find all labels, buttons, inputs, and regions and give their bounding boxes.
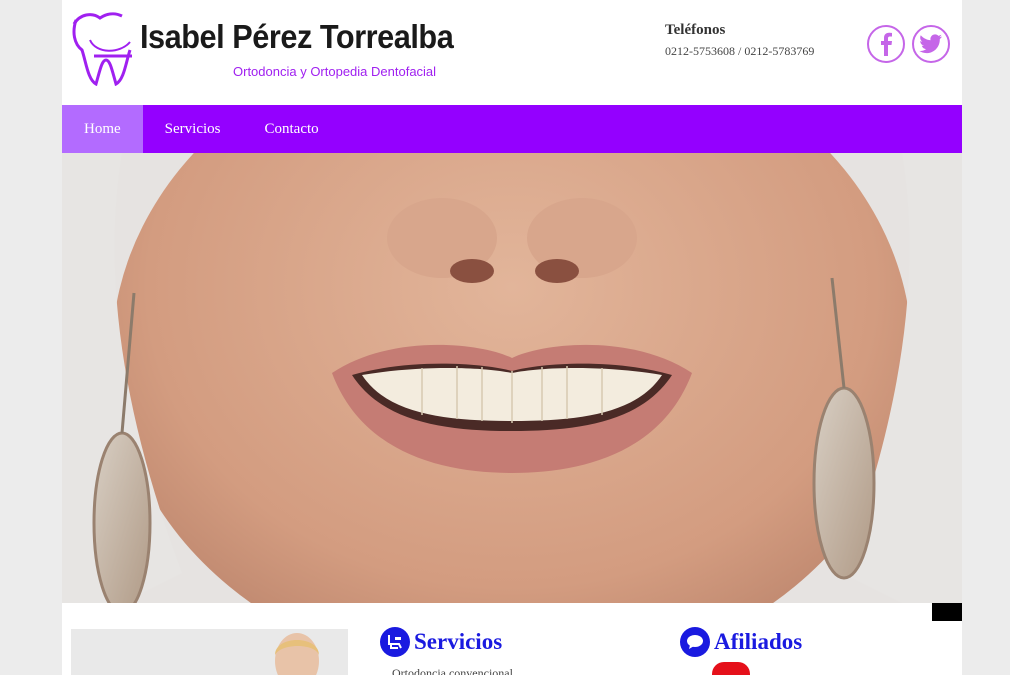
dental-chair-icon xyxy=(380,627,410,657)
logo-name: Isabel Pérez Torrealba xyxy=(140,18,454,55)
servicios-text: Ortodoncia convencional xyxy=(392,666,513,675)
nav-item-home[interactable]: Home xyxy=(62,105,143,153)
nav-item-contacto[interactable]: Contacto xyxy=(243,105,341,153)
social-links xyxy=(867,25,950,63)
phone-numbers: 0212-5753608 / 0212-5783769 xyxy=(665,44,815,58)
phones-title: Teléfonos xyxy=(665,22,726,38)
tooth-logo-icon xyxy=(72,12,132,86)
section-title-servicios[interactable]: Servicios xyxy=(414,629,502,655)
chat-bubble-icon xyxy=(680,627,710,657)
site-logo[interactable]: Isabel Pérez Torrealba Ortodoncia y Orto… xyxy=(70,8,454,88)
hero-slider-image xyxy=(62,153,962,603)
doctor-photo xyxy=(71,629,348,675)
nav-item-servicios[interactable]: Servicios xyxy=(143,105,243,153)
header: Isabel Pérez Torrealba Ortodoncia y Orto… xyxy=(62,0,962,105)
twitter-icon[interactable] xyxy=(912,25,950,63)
slider-control[interactable] xyxy=(932,603,962,621)
section-title-afiliados[interactable]: Afiliados xyxy=(714,629,802,655)
affiliate-logo[interactable] xyxy=(712,662,750,675)
servicios-section: Servicios xyxy=(380,627,502,657)
facebook-icon[interactable] xyxy=(867,25,905,63)
page: Isabel Pérez Torrealba Ortodoncia y Orto… xyxy=(62,0,962,675)
phones-block: Teléfonos 0212-5753608 / 0212-5783769 xyxy=(665,22,814,59)
afiliados-section: Afiliados xyxy=(680,627,802,657)
main-nav: Home Servicios Contacto xyxy=(62,105,962,153)
logo-subtitle: Ortodoncia y Ortopedia Dentofacial xyxy=(233,64,437,79)
